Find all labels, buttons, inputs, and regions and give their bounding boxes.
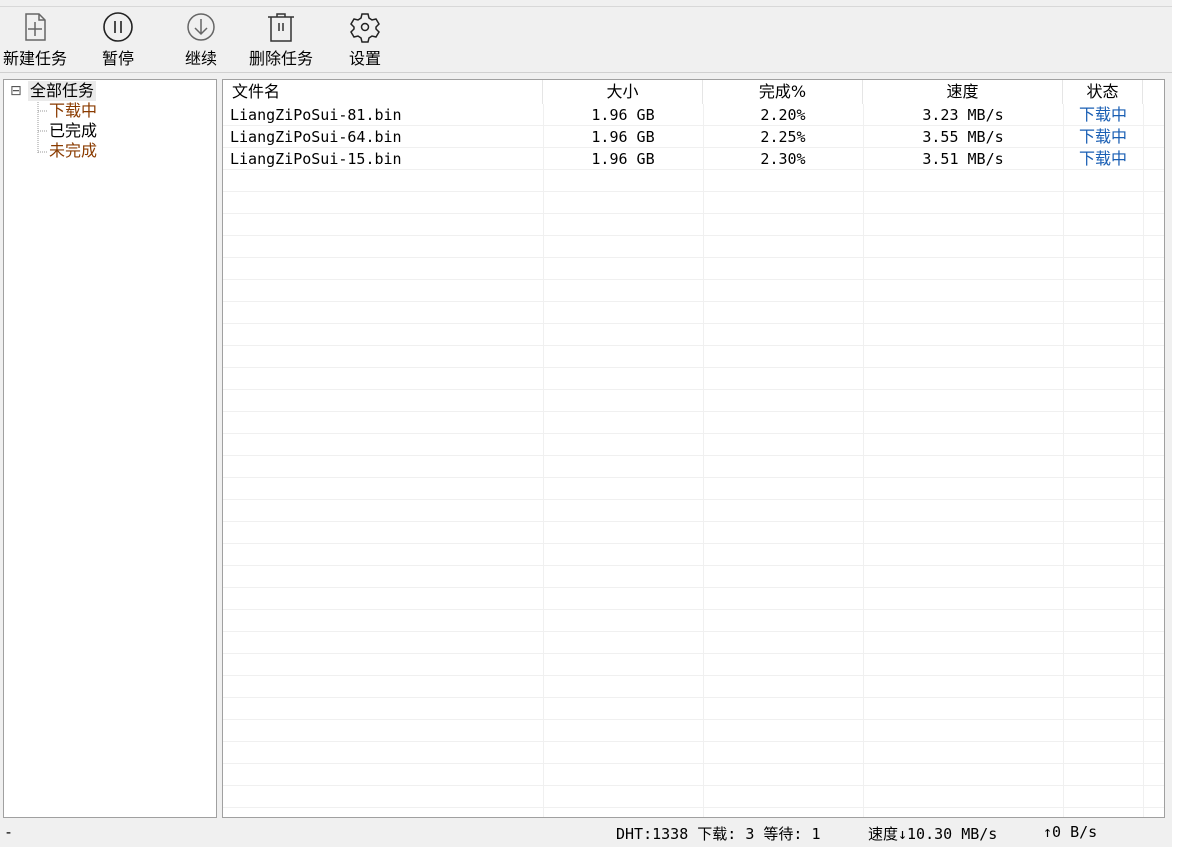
tree-item-all[interactable]: 全部任务: [28, 81, 97, 101]
status-counts: DHT:1338 下载: 3 等待: 1: [616, 825, 821, 843]
empty-row: [223, 434, 1164, 456]
tree-item-downloading[interactable]: 下载中: [49, 101, 97, 121]
empty-row: [223, 346, 1164, 368]
empty-row: [223, 654, 1164, 676]
resume-label: 继续: [185, 49, 218, 68]
empty-row: [223, 720, 1164, 742]
category-tree: ⊟ 全部任务 下载中 已完成 未完成: [3, 79, 217, 818]
download-icon: [187, 13, 215, 41]
cell-size: 1.96 GB: [591, 150, 655, 168]
empty-row: [223, 456, 1164, 478]
status-download-speed: 速度↓10.30 MB/s: [868, 825, 998, 843]
pause-button[interactable]: 暂停: [102, 11, 134, 69]
settings-button[interactable]: 设置: [349, 11, 381, 69]
table-row[interactable]: LiangZiPoSui-64.bin 1.96 GB 2.25% 3.55 MB/s…: [223, 126, 1164, 148]
empty-row: [223, 786, 1164, 808]
empty-row: [223, 192, 1164, 214]
column-header-speed[interactable]: 速度: [863, 80, 1063, 104]
column-header-status[interactable]: 状态: [1063, 80, 1143, 104]
delete-task-button[interactable]: 删除任务: [249, 11, 313, 69]
new-task-label: 新建任务: [3, 49, 68, 68]
cell-pct: 2.20%: [760, 106, 806, 124]
status-left: -: [4, 823, 14, 841]
cell-speed: 3.55 MB/s: [922, 128, 1004, 146]
empty-row: [223, 258, 1164, 280]
cell-speed: 3.51 MB/s: [922, 150, 1004, 168]
column-header-size[interactable]: 大小: [543, 80, 703, 104]
empty-row: [223, 698, 1164, 720]
task-list: 文件名 大小 完成% 速度 状态 LiangZiPoSui-81.bin 1.96…: [222, 79, 1165, 818]
new-task-button[interactable]: 新建任务: [3, 11, 67, 69]
cell-status: 下载中: [1078, 149, 1127, 168]
empty-row: [223, 764, 1164, 786]
empty-row: [223, 324, 1164, 346]
pause-icon: [103, 12, 133, 42]
empty-row: [223, 742, 1164, 764]
empty-row: [223, 390, 1164, 412]
cell-size: 1.96 GB: [591, 106, 655, 124]
toolbar: 新建任务 暂停 继续 删除任务 设置: [0, 7, 1177, 73]
column-header-percent[interactable]: 完成%: [703, 80, 863, 104]
resume-button[interactable]: 继续: [185, 11, 217, 69]
table-row[interactable]: LiangZiPoSui-81.bin 1.96 GB 2.20% 3.23 MB/s…: [223, 104, 1164, 126]
empty-row: [223, 236, 1164, 258]
cell-pct: 2.30%: [760, 150, 806, 168]
collapse-toggle[interactable]: ⊟: [10, 81, 22, 101]
empty-row: [223, 412, 1164, 434]
tree-item-incomplete[interactable]: 未完成: [49, 141, 97, 161]
empty-row: [223, 676, 1164, 698]
empty-row: [223, 478, 1164, 500]
cell-pct: 2.25%: [760, 128, 806, 146]
status-bar: - DHT:1338 下载: 3 等待: 1 速度↓10.30 MB/s ↑0 …: [0, 820, 1177, 847]
empty-row: [223, 368, 1164, 390]
status-upload-speed: ↑0 B/s: [1043, 823, 1098, 841]
empty-row: [223, 170, 1164, 192]
table-header: 文件名 大小 完成% 速度 状态: [223, 80, 1164, 104]
cell-size: 1.96 GB: [591, 128, 655, 146]
trash-icon: [268, 13, 294, 42]
gear-icon: [350, 13, 380, 43]
window-edge: [1172, 0, 1177, 847]
cell-name: LiangZiPoSui-15.bin: [230, 150, 402, 168]
empty-row: [223, 302, 1164, 324]
empty-row: [223, 500, 1164, 522]
empty-row: [223, 632, 1164, 654]
cell-status: 下载中: [1078, 127, 1127, 146]
empty-row: [223, 280, 1164, 302]
delete-task-label: 删除任务: [249, 49, 314, 68]
table-row[interactable]: LiangZiPoSui-15.bin 1.96 GB 2.30% 3.51 MB/s…: [223, 148, 1164, 170]
pause-label: 暂停: [102, 49, 135, 68]
new-file-icon: [25, 13, 46, 41]
empty-row: [223, 214, 1164, 236]
tree-item-completed[interactable]: 已完成: [49, 121, 97, 141]
empty-row: [223, 588, 1164, 610]
cell-name: LiangZiPoSui-64.bin: [230, 128, 402, 146]
cell-speed: 3.23 MB/s: [922, 106, 1004, 124]
settings-label: 设置: [349, 49, 382, 68]
cell-status: 下载中: [1078, 105, 1127, 124]
empty-row: [223, 566, 1164, 588]
cell-name: LiangZiPoSui-81.bin: [230, 106, 402, 124]
empty-row: [223, 544, 1164, 566]
column-header-filename[interactable]: 文件名: [223, 80, 543, 104]
empty-row: [223, 522, 1164, 544]
empty-row: [223, 610, 1164, 632]
